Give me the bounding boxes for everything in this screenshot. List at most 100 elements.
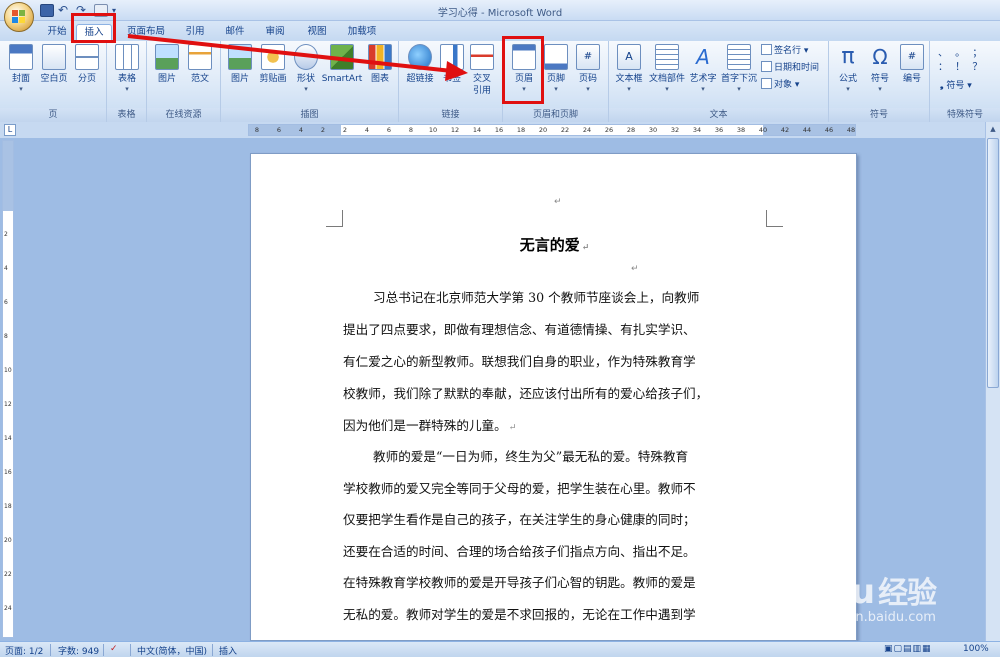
symbol-button[interactable]: Ω 符号 ▾ [865,44,895,104]
office-button[interactable] [4,2,34,32]
footer-button[interactable]: 页脚 ▾ [541,44,571,104]
hyperlink-button[interactable]: 超链接 [403,44,437,104]
word-count[interactable]: 字数: 949 [58,644,99,657]
ruler-tick-label: 8 [254,126,260,134]
smartart-icon [330,44,354,70]
footer-icon [544,44,568,70]
chart-button[interactable]: 图表 [365,44,395,104]
paragraph-line: 习总书记在北京师范大学第 30 个教师节座谈会上，向教师 [373,290,700,305]
ruler-tick-label: 30 [648,126,658,134]
page-indicator[interactable]: 页面: 1/2 [5,644,43,657]
object-button[interactable]: 对象 ▾ [761,78,799,93]
page-number-icon: # [576,44,600,70]
object-icon [761,78,772,89]
crop-mark-top-left [326,210,343,227]
document-page[interactable]: ↵ 无言的爱 ↵ ↵ 习总书记在北京师范大学第 30 个教师节座谈会上，向教师 提… [250,153,857,641]
bookmark-button[interactable]: 书签 [439,44,465,104]
tab-mailings[interactable]: 邮件 [218,24,252,41]
ruler-tick-label: 40 [758,126,768,134]
tab-references[interactable]: 引用 [178,24,212,41]
document-title: 无言的爱 ↵ [519,236,590,254]
ruler-tick-label: 4 [298,126,304,134]
template-button[interactable]: 范文 [185,44,215,104]
template-icon [188,44,212,70]
ruler-tick-label: 20 [538,126,548,134]
ruler-tick-label: 28 [626,126,636,134]
group-label-symbols: 符号 [829,108,929,122]
view-buttons[interactable]: ▣▢▤▥▦ [884,644,932,654]
picture-icon [155,44,179,70]
horizontal-ruler[interactable]: 8 6 4 2 2 4 6 8 10 12 14 16 18 20 22 24 26 28 30 32 34 36 38 40… [248,124,856,136]
globe-icon [408,44,432,70]
ruler-tick-label: 26 [604,126,614,134]
omega-icon: Ω [872,45,888,69]
ruler-tick-label: 14 [472,126,482,134]
dropcap-button[interactable]: 首字下沉 ▾ [719,44,759,104]
ruler-tick-label: 16 [4,469,12,476]
blank-page-button[interactable]: 空白页 [38,44,70,104]
paragraph-mark: ↵ [554,197,562,207]
special-symbol-menu[interactable]: ❟ 符号 ▾ [940,79,972,94]
shapes-button[interactable]: 形状 ▾ [291,44,321,104]
tab-review[interactable]: 审阅 [258,24,292,41]
quickparts-icon [655,44,679,70]
ribbon-tab-row: 开始 插入 页面布局 引用 邮件 审阅 视图 加载项 [0,21,1000,41]
tab-page-layout[interactable]: 页面布局 [120,24,172,41]
scroll-thumb[interactable] [987,138,999,388]
ruler-tick-label: 22 [4,571,12,578]
tab-home[interactable]: 开始 [40,24,74,41]
signature-icon [761,44,772,55]
ruler-tick-label: 36 [714,126,724,134]
ruler-tick-label: 12 [450,126,460,134]
ruler-tick-label: 22 [560,126,570,134]
tab-view[interactable]: 视图 [300,24,334,41]
cover-page-button[interactable]: 封面 ▾ [6,44,36,104]
smartart-button[interactable]: SmartArt [321,44,363,104]
spellcheck-icon[interactable]: ✓ [110,644,118,654]
cross-reference-button[interactable]: 交叉 引用 [467,44,497,104]
ruler-tick-label: 42 [780,126,790,134]
zoom-level[interactable]: 100% [963,644,989,654]
page-number-button[interactable]: # 页码 ▾ [573,44,603,104]
clipart-button[interactable]: 剪贴画 [257,44,289,104]
textbox-button[interactable]: A 文本框 ▾ [613,44,645,104]
ruler-tick-label: 20 [4,537,12,544]
scroll-up-arrow[interactable]: ▲ [986,122,1000,136]
paragraph-line: 在特殊教育学校教师的爱是开导孩子们心智的钥匙。教师的爱是 [343,575,696,590]
ruler-tick-label: 2 [342,126,348,134]
paragraph-line: 还要在合适的时间、合理的场合给孩子们指点方向、指出不足。 [343,544,696,559]
group-links: 超链接 书签 交叉 引用 链接 [399,41,503,122]
ruler-tick-label: 44 [802,126,812,134]
wordart-button[interactable]: A 艺术字 ▾ [687,44,719,104]
group-tables: 表格 ▾ 表格 [107,41,147,122]
datetime-button[interactable]: 日期和时间 [761,61,819,76]
page-break-icon [75,44,99,70]
tab-selector-icon[interactable]: L [4,124,16,136]
tab-addins[interactable]: 加载项 [340,24,384,41]
table-button[interactable]: 表格 ▾ [112,44,142,104]
paragraph-line: 教师的爱是“一日为师，终生为父”最无私的爱。特殊教育 [373,449,689,464]
pi-icon: π [841,44,855,69]
group-symbols: π 公式 ▾ Ω 符号 ▾ # 编号 符号 [829,41,930,122]
vertical-ruler[interactable]: 2 4 6 8 10 12 14 16 18 20 22 24 [2,140,14,638]
insert-mode-indicator[interactable]: 插入 [219,644,237,657]
quickparts-button[interactable]: 文档部件 ▾ [647,44,687,104]
signature-line-button[interactable]: 签名行 ▾ [761,44,808,59]
paragraph-line: 学校教师的爱又完全等同于父母的爱，把学生装在心里。教师不 [343,481,696,496]
page-break-button[interactable]: 分页 [72,44,102,104]
ruler-bar: L 8 6 4 2 2 4 6 8 10 12 14 16 18 20 22 24 26 28 30 32 34 36 38… [0,122,1000,138]
calendar-icon [761,61,772,72]
language-indicator[interactable]: 中文(简体，中国) [137,644,207,657]
online-picture-button[interactable]: 图片 [152,44,182,104]
numbering-button[interactable]: # 编号 [897,44,927,104]
special-chars-palette[interactable]: 、 。 ； ： ！ ？ [938,47,994,73]
equation-button[interactable]: π 公式 ▾ [833,44,863,104]
insert-picture-button[interactable]: 图片 [225,44,255,104]
ruler-tick-label: 6 [276,126,282,134]
chart-icon [368,44,392,70]
vertical-scrollbar[interactable]: ▲ [985,122,1000,641]
wordart-icon: A [696,45,710,69]
paragraph-line: 提出了四点要求，即做有理想信念、有道德情操、有扎实学识、 [343,322,696,337]
ruler-tick-label: 48 [846,126,856,134]
ruler-tick-label: 18 [516,126,526,134]
